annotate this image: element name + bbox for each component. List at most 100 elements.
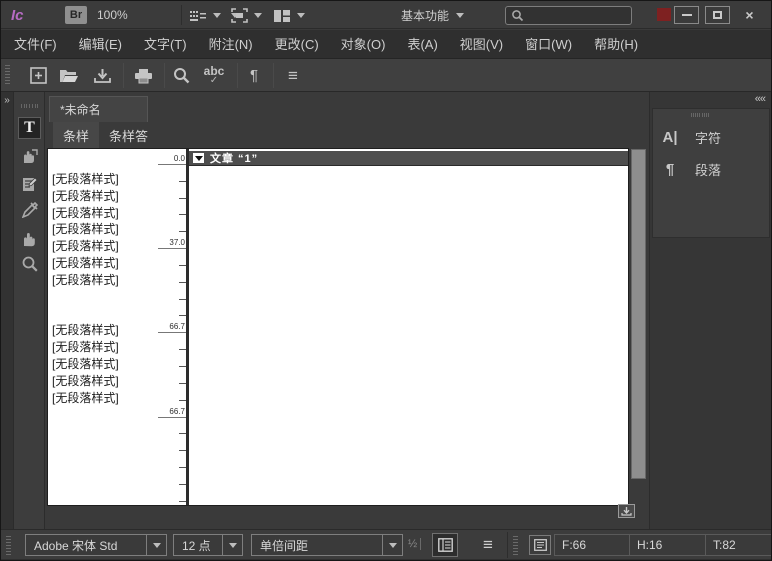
menu-item[interactable]: 窗口(W)	[514, 30, 583, 59]
screen-mode-dropdown[interactable]	[231, 7, 262, 24]
font-size-value: 12 点	[174, 537, 222, 554]
type-tool-button[interactable]: T	[18, 117, 41, 139]
story-header-bar[interactable]: 文章 “1”	[189, 151, 628, 166]
overset-icon	[621, 507, 632, 516]
status-bar: Adobe 宋体 Std 12 点 单倍间距 ½ ≡	[1, 529, 771, 559]
open-document-button[interactable]	[57, 59, 81, 92]
menu-item[interactable]: 文件(F)	[3, 30, 68, 59]
galley-row: [无段落样式]	[48, 269, 186, 286]
menu-item[interactable]: 帮助(H)	[583, 30, 649, 59]
arrange-documents-icon	[273, 9, 291, 23]
paragraph-panel-button[interactable]: ¶ 段落	[659, 155, 765, 183]
info-column-toggle-button[interactable]	[432, 533, 458, 557]
app-toolbar: abc ✓ ¶ ≡	[1, 59, 771, 92]
position-tool-icon	[21, 148, 38, 164]
position-tool-button[interactable]	[18, 145, 41, 167]
galley-row	[48, 286, 186, 303]
hand-tool-button[interactable]	[18, 227, 41, 249]
view-options-dropdown[interactable]	[189, 7, 221, 24]
zoom-level-dropdown[interactable]: 100%	[97, 1, 177, 29]
galley-row: [无段落样式]	[48, 168, 186, 185]
type-tool-icon: T	[24, 119, 35, 137]
depth-ruler-tick	[179, 366, 186, 367]
find-button[interactable]	[169, 59, 193, 92]
paragraph-style-column: 0.0[无段落样式][无段落样式][无段落样式][无段落样式][无段落样式]37…	[48, 151, 186, 505]
dock-grip[interactable]	[691, 113, 708, 117]
leading-dropdown[interactable]: 单倍间距	[251, 534, 403, 556]
maximize-icon	[713, 11, 722, 19]
depth-ruler-value: 0.0	[174, 154, 185, 163]
document-tab[interactable]: *未命名	[49, 96, 148, 122]
view-tab-story[interactable]: 条样答	[99, 122, 158, 148]
new-document-button[interactable]	[27, 59, 49, 92]
collapse-dock-arrows-icon[interactable]: ««	[755, 93, 765, 105]
arrange-documents-dropdown[interactable]	[273, 7, 305, 24]
title-bar: Ic Br 100% 基本功能	[1, 1, 771, 29]
magnifier-icon	[173, 67, 190, 84]
spell-check-button[interactable]: abc ✓	[199, 59, 229, 92]
minimize-button[interactable]	[674, 6, 699, 24]
story-header-label: 文章 “1”	[210, 150, 258, 166]
chevron-down-icon	[146, 535, 166, 555]
zoom-tool-button[interactable]	[18, 253, 41, 275]
vertical-scrollbar[interactable]	[631, 149, 646, 479]
eyedropper-tool-button[interactable]	[18, 199, 41, 221]
maximize-button[interactable]	[705, 6, 730, 24]
chevron-down-icon	[254, 13, 262, 18]
galley-row	[48, 437, 186, 454]
search-field[interactable]	[505, 6, 632, 25]
depth-ruler-tick	[179, 198, 186, 199]
titlebar-separator	[181, 5, 182, 25]
depth-ruler-tick	[179, 484, 186, 485]
save-icon	[94, 68, 111, 84]
galley-area[interactable]: 0.0[无段落样式][无段落样式][无段落样式][无段落样式][无段落样式]37…	[47, 148, 629, 506]
menu-item[interactable]: 更改(C)	[264, 30, 330, 59]
search-input[interactable]	[524, 10, 624, 22]
spell-check-icon: abc	[204, 66, 225, 76]
copyfit-info-button[interactable]	[529, 535, 551, 555]
galley-row: [无段落样式]	[48, 252, 186, 269]
view-tab-galley[interactable]: 条样	[53, 122, 99, 148]
statusbar-grip[interactable]	[6, 536, 11, 555]
collapse-story-icon[interactable]	[193, 153, 204, 163]
toolbar-menu-button[interactable]: ≡	[281, 59, 305, 92]
font-family-dropdown[interactable]: Adobe 宋体 Std	[25, 534, 167, 556]
character-panel-button[interactable]: A| 字符	[659, 123, 765, 151]
show-hidden-characters-button[interactable]: ¶	[243, 59, 265, 92]
toolbar-grip[interactable]	[5, 65, 10, 87]
search-icon	[511, 9, 524, 22]
statusbar-menu-button[interactable]: ≡	[475, 533, 501, 557]
screen-mode-icon	[231, 8, 248, 23]
workspace-label: 基本功能	[401, 7, 449, 24]
workspace-switcher[interactable]: 基本功能	[401, 7, 464, 24]
galley-row: 66.7	[48, 404, 186, 421]
chevron-down-icon	[297, 13, 305, 18]
depth-ruler-tick	[179, 265, 186, 266]
depth-ruler-tick	[179, 299, 186, 300]
close-button[interactable]: ×	[737, 6, 762, 24]
print-button[interactable]	[131, 59, 155, 92]
menu-item[interactable]: 附注(N)	[198, 30, 264, 59]
menu-bar: 文件(F)编辑(E)文字(T)附注(N)更改(C)对象(O)表(A)视图(V)窗…	[1, 30, 771, 59]
view-options-icon	[189, 9, 207, 23]
menu-item[interactable]: 对象(O)	[330, 30, 397, 59]
menu-item[interactable]: 编辑(E)	[68, 30, 133, 59]
font-size-dropdown[interactable]: 12 点	[173, 534, 243, 556]
menu-item[interactable]: 视图(V)	[449, 30, 514, 59]
depth-ruler-tick	[158, 417, 186, 418]
bridge-button[interactable]: Br	[65, 6, 87, 24]
menu-item[interactable]: 表(A)	[396, 30, 448, 59]
note-tool-button[interactable]	[18, 173, 41, 195]
tools-panel: T	[14, 92, 45, 529]
save-button[interactable]	[91, 59, 113, 92]
menu-item[interactable]: 文字(T)	[133, 30, 198, 59]
expand-panel-arrows-icon[interactable]: »	[1, 95, 13, 106]
overset-indicator-button[interactable]	[618, 504, 635, 518]
depth-ruler-tick	[179, 181, 186, 182]
tools-grip[interactable]	[21, 104, 38, 108]
depth-ruler-tick	[179, 282, 186, 283]
hand-tool-icon	[21, 230, 38, 247]
copyfit-grip[interactable]	[513, 536, 518, 555]
depth-ruler-tick	[158, 248, 186, 249]
copyfit-total-value: T:82	[706, 534, 772, 556]
